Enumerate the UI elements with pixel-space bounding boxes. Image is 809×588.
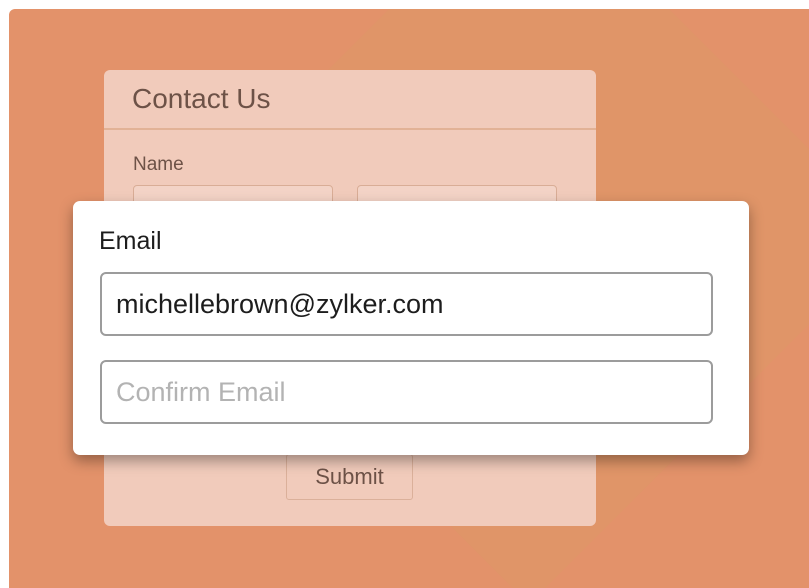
form-title: Contact Us xyxy=(132,83,271,114)
name-label: Name xyxy=(133,154,184,175)
confirm-email-input[interactable] xyxy=(100,360,713,424)
email-input[interactable] xyxy=(100,272,713,336)
email-label: Email xyxy=(99,227,162,255)
submit-button[interactable]: Submit xyxy=(286,454,413,500)
email-popup: Email xyxy=(73,201,749,455)
form-header: Contact Us xyxy=(104,70,596,130)
